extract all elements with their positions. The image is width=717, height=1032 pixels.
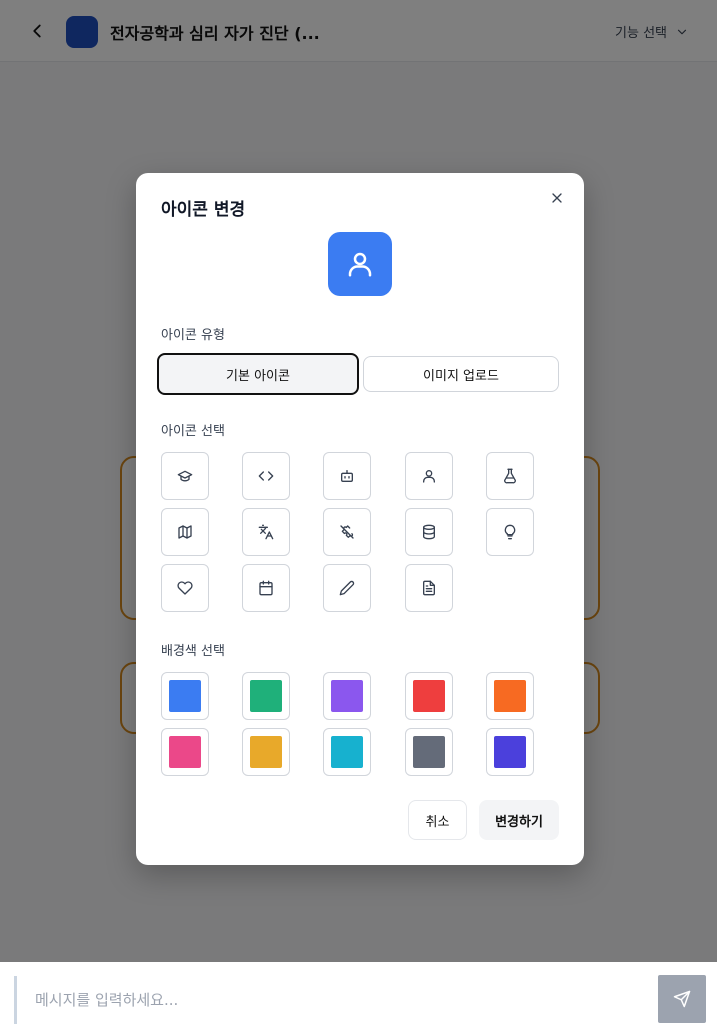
color-option[interactable] — [486, 672, 534, 720]
color-swatch — [250, 680, 282, 712]
cancel-button-label: 취소 — [425, 814, 450, 830]
color-swatch — [169, 736, 201, 768]
color-swatch — [413, 736, 445, 768]
background-color-label: 배경색 선택 — [161, 644, 225, 659]
type-option-default-icon[interactable]: 기본 아이콘 — [157, 353, 359, 395]
pencil-icon — [339, 580, 355, 596]
icon-option-pencil[interactable] — [323, 564, 371, 612]
close-icon — [552, 193, 562, 203]
color-option[interactable] — [242, 672, 290, 720]
icon-option-graduation-cap[interactable] — [161, 452, 209, 500]
color-option[interactable] — [161, 672, 209, 720]
icon-option-file-text[interactable] — [405, 564, 453, 612]
color-option[interactable] — [161, 728, 209, 776]
graduation-cap-icon — [177, 470, 193, 482]
user-icon — [423, 470, 435, 483]
color-option[interactable] — [323, 672, 371, 720]
flask-icon — [504, 468, 516, 484]
message-input[interactable] — [14, 976, 648, 1024]
close-button[interactable] — [546, 187, 568, 209]
color-swatch — [494, 680, 526, 712]
type-option-label: 이미지 업로드 — [423, 368, 499, 384]
color-option[interactable] — [323, 728, 371, 776]
calendar-icon — [259, 580, 273, 596]
icon-preview — [328, 232, 392, 296]
icon-option-user[interactable] — [405, 452, 453, 500]
icon-option-database[interactable] — [405, 508, 453, 556]
icon-option-code[interactable] — [242, 452, 290, 500]
send-icon — [673, 990, 691, 1008]
cancel-button[interactable]: 취소 — [408, 800, 467, 840]
dialog-title: 아이콘 변경 — [161, 200, 246, 220]
file-text-icon — [423, 580, 435, 596]
icon-option-languages[interactable] — [242, 508, 290, 556]
color-option[interactable] — [405, 672, 453, 720]
icon-option-calendar[interactable] — [242, 564, 290, 612]
puzzle-icon — [340, 525, 354, 539]
icon-option-puzzle[interactable] — [323, 508, 371, 556]
icon-option-heart[interactable] — [161, 564, 209, 612]
color-option[interactable] — [405, 728, 453, 776]
confirm-button-label: 변경하기 — [495, 814, 543, 830]
database-icon — [423, 524, 435, 540]
bot-icon — [341, 470, 353, 482]
color-swatch — [494, 736, 526, 768]
color-swatch — [331, 736, 363, 768]
icon-option-lightbulb[interactable] — [486, 508, 534, 556]
color-swatch — [413, 680, 445, 712]
heart-icon — [177, 581, 193, 595]
color-option[interactable] — [486, 728, 534, 776]
color-option[interactable] — [242, 728, 290, 776]
send-button[interactable] — [658, 975, 706, 1023]
type-option-image-upload[interactable]: 이미지 업로드 — [363, 356, 559, 392]
color-swatch — [250, 736, 282, 768]
lightbulb-icon — [504, 524, 516, 540]
icon-option-bot[interactable] — [323, 452, 371, 500]
languages-icon — [258, 524, 274, 540]
icon-type-label: 아이콘 유형 — [161, 328, 225, 343]
icon-select-label: 아이콘 선택 — [161, 424, 225, 439]
color-swatch — [331, 680, 363, 712]
color-swatch — [169, 680, 201, 712]
confirm-change-button[interactable]: 변경하기 — [479, 800, 559, 840]
icon-option-flask[interactable] — [486, 452, 534, 500]
map-icon — [178, 525, 192, 539]
message-composer — [0, 962, 717, 1032]
code-icon — [258, 471, 274, 481]
type-option-label: 기본 아이콘 — [226, 368, 290, 384]
change-icon-dialog: 아이콘 변경 아이콘 유형 기본 아이콘 이미지 업로드 아이콘 선택 배경색 … — [136, 173, 584, 865]
icon-option-map[interactable] — [161, 508, 209, 556]
user-icon — [348, 252, 372, 277]
